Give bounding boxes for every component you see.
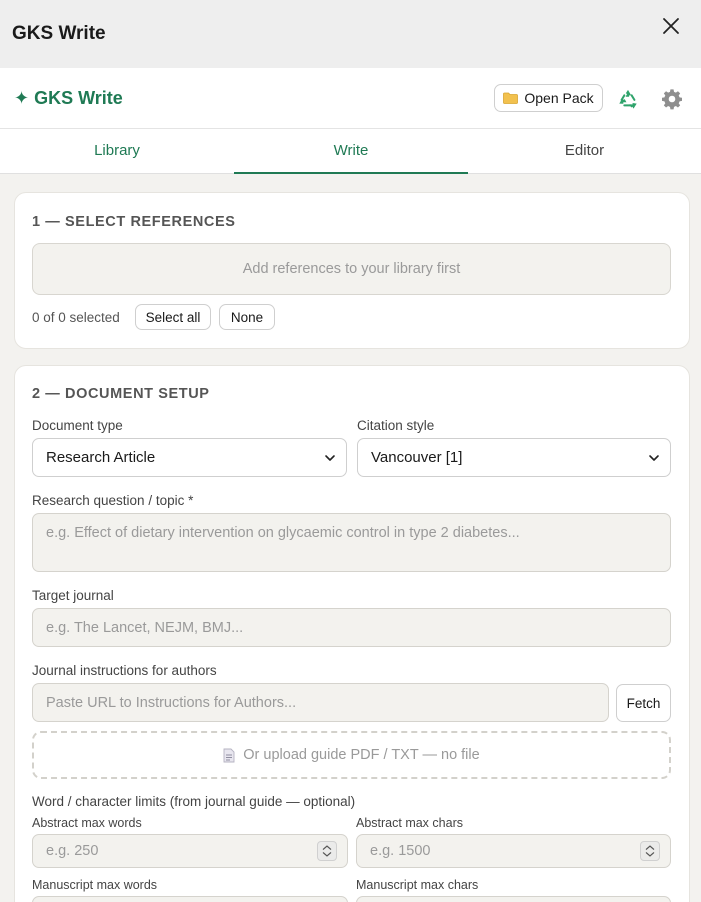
references-empty-state: Add references to your library first [32, 243, 671, 295]
select-none-button[interactable]: None [219, 304, 275, 330]
close-icon[interactable] [661, 16, 681, 36]
section-title: 2 — DOCUMENT SETUP [32, 386, 210, 402]
tab-library[interactable]: Library [0, 129, 234, 173]
manuscript-max-chars-input[interactable] [356, 896, 671, 902]
research-question-placeholder: e.g. Effect of dietary intervention on g… [46, 525, 520, 541]
open-pack-label: Open Pack [524, 90, 594, 106]
tab-write[interactable]: Write [234, 129, 468, 174]
tab-editor[interactable]: Editor [468, 129, 701, 173]
brand: ✦ GKS Write [14, 88, 123, 109]
fetch-button[interactable]: Fetch [616, 684, 671, 722]
selected-count: 0 of 0 selected [32, 310, 120, 325]
abstract-max-words-input[interactable]: e.g. 250 [32, 834, 348, 868]
citation-style-value: Vancouver [1] [371, 449, 463, 466]
recycle-icon[interactable] [617, 88, 639, 110]
gear-icon[interactable] [661, 88, 683, 110]
journal-instructions-url-input[interactable]: Paste URL to Instructions for Authors... [32, 683, 609, 722]
app-header: ✦ GKS Write Open Pack [0, 68, 701, 129]
folder-icon [503, 92, 519, 104]
limits-label: Word / character limits (from journal gu… [32, 794, 356, 809]
window-titlebar: GKS Write [0, 0, 701, 68]
window-title: GKS Write [12, 23, 106, 44]
manuscript-max-words-label: Manuscript max words [32, 878, 158, 892]
chevron-down-icon [325, 455, 335, 461]
sparkle-icon: ✦ [14, 87, 30, 108]
document-setup-card: 2 — DOCUMENT SETUP Document type Researc… [14, 365, 690, 902]
journal-instructions-placeholder: Paste URL to Instructions for Authors... [46, 695, 297, 711]
abstract-max-words-placeholder: e.g. 250 [46, 843, 99, 859]
citation-style-label: Citation style [357, 418, 435, 433]
number-stepper-icon[interactable] [640, 841, 660, 861]
citation-style-select[interactable]: Vancouver [1] [357, 438, 671, 477]
number-stepper-icon[interactable] [317, 841, 337, 861]
research-question-textarea[interactable]: e.g. Effect of dietary intervention on g… [32, 513, 671, 572]
select-all-button[interactable]: Select all [135, 304, 211, 330]
abstract-max-chars-placeholder: e.g. 1500 [370, 843, 431, 859]
manuscript-max-words-input[interactable] [32, 896, 348, 902]
brand-name: GKS Write [34, 87, 123, 108]
select-references-card: 1 — SELECT REFERENCES Add references to … [14, 192, 690, 349]
target-journal-input[interactable]: e.g. The Lancet, NEJM, BMJ... [32, 608, 671, 647]
target-journal-placeholder: e.g. The Lancet, NEJM, BMJ... [46, 620, 244, 636]
manuscript-max-chars-label: Manuscript max chars [356, 878, 479, 892]
abstract-max-chars-input[interactable]: e.g. 1500 [356, 834, 671, 868]
section-title: 1 — SELECT REFERENCES [32, 214, 236, 230]
chevron-down-icon [649, 455, 659, 461]
document-type-select[interactable]: Research Article [32, 438, 347, 477]
tab-bar: Library Write Editor [0, 129, 701, 174]
abstract-max-words-label: Abstract max words [32, 816, 142, 830]
target-journal-label: Target journal [32, 588, 114, 603]
document-type-value: Research Article [46, 449, 156, 466]
abstract-max-chars-label: Abstract max chars [356, 816, 463, 830]
open-pack-button[interactable]: Open Pack [494, 84, 603, 112]
document-icon [223, 748, 235, 762]
document-type-label: Document type [32, 418, 123, 433]
upload-guide-text: Or upload guide PDF / TXT — no file [243, 747, 480, 763]
research-question-label: Research question / topic * [32, 493, 194, 508]
journal-instructions-label: Journal instructions for authors [32, 663, 217, 678]
empty-state-text: Add references to your library first [242, 261, 461, 277]
upload-guide-dropzone[interactable]: Or upload guide PDF / TXT — no file [32, 731, 671, 779]
